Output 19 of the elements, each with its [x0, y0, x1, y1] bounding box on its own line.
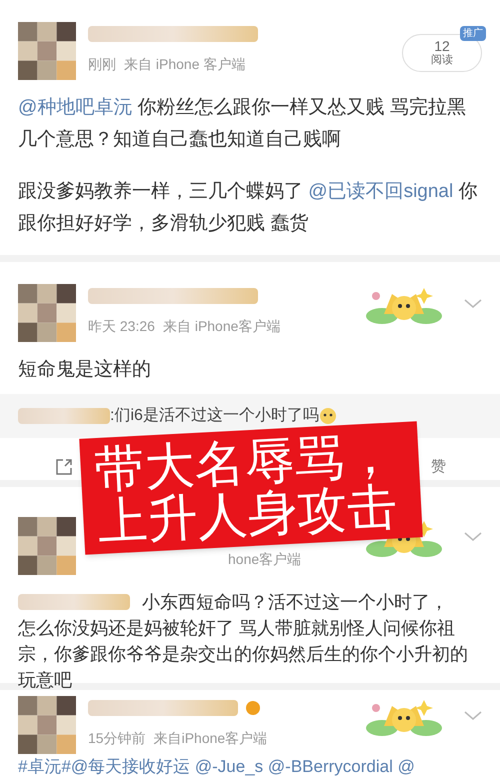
post-source: 来自 iPhone客户端 [162, 317, 280, 336]
post-time: 刚刚 [88, 55, 116, 74]
post-time: 15分钟前 [88, 729, 146, 748]
post-text: 短命鬼是这样的 [18, 358, 152, 382]
chevron-down-icon[interactable] [464, 711, 482, 721]
promoted-tag: 推广 [460, 26, 486, 41]
share-icon[interactable] [54, 457, 74, 478]
post-text: 跟没爹妈教养一样，三几个蝶妈了 @已读不回signal 你跟你担好好学，多滑轨少犯贱 蠢货 [18, 180, 478, 236]
chevron-down-icon[interactable] [464, 299, 482, 309]
post-text: 怎么你没妈还是妈被轮奸了 骂人带脏就别怪人问候你祖宗，你爹跟你爷爷是杂交出的你妈然后生的你个小升初的玩意吧 [18, 617, 469, 692]
post-text: @种地吧卓沅 你粉丝怎么跟你一样又怂又贱 骂完拉黑几个意思？知道自己蠢也知道自己贱啊 [18, 96, 467, 152]
post-text: #卓沅#@每天接收好运 @-Jue_s @-BBerrycordial @ [18, 756, 416, 778]
post-time: 昨天 23:26 [88, 317, 155, 336]
post-source: 来自iPhone客户端 [154, 729, 268, 748]
emoji-icon [318, 407, 337, 425]
like-button[interactable]: 赞 [431, 456, 446, 478]
chevron-down-icon[interactable] [464, 532, 482, 542]
post-text: 小东西短命吗？活不过这一个小时了， [142, 591, 448, 614]
post-source: 来自 iPhone 客户端 [124, 55, 246, 74]
